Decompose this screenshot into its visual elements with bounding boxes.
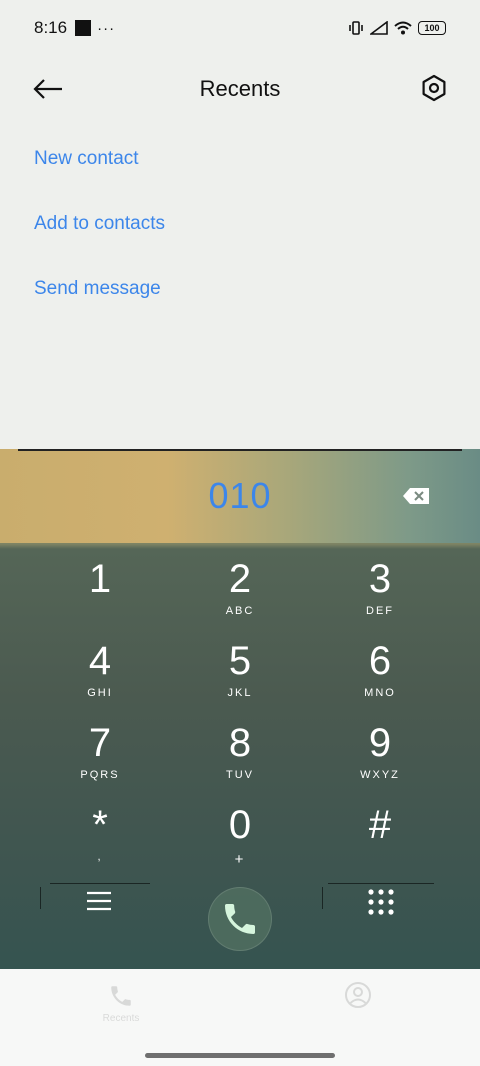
- gear-icon: [422, 74, 446, 102]
- key-star[interactable]: *,: [20, 789, 180, 871]
- key-9[interactable]: 9 WXYZ: [300, 707, 460, 789]
- key-1[interactable]: 1: [20, 543, 180, 625]
- phone-icon: [225, 904, 255, 934]
- key-letters: +: [234, 851, 246, 868]
- menu-icon[interactable]: [84, 889, 114, 915]
- key-digit: 5: [228, 639, 252, 683]
- call-button[interactable]: [208, 887, 272, 951]
- more-notifications-icon: ···: [97, 19, 116, 37]
- settings-button[interactable]: [416, 70, 452, 106]
- key-8[interactable]: 8 TUV: [160, 707, 320, 789]
- key-2[interactable]: 2 ABC: [160, 543, 320, 625]
- key-5[interactable]: 5 JKL: [160, 625, 320, 707]
- notification-icon: [75, 20, 92, 36]
- tab-recents-label: Recents: [102, 1013, 140, 1024]
- dialer-controls: [0, 877, 480, 969]
- key-digit: 2: [228, 557, 252, 601]
- header: Recents: [0, 60, 480, 118]
- key-4[interactable]: 4 GHI: [20, 625, 180, 707]
- key-hash[interactable]: #: [300, 789, 460, 871]
- key-digit: 1: [88, 557, 112, 601]
- key-letters: JKL: [227, 687, 253, 699]
- phone-icon: [111, 986, 131, 1006]
- key-digit: 8: [228, 721, 252, 765]
- status-time: 8:16: [34, 18, 68, 37]
- key-letters: WXYZ: [360, 769, 400, 781]
- key-digit: 4: [88, 639, 112, 683]
- key-letters: MNO: [364, 687, 396, 699]
- key-0[interactable]: 0 +: [160, 789, 320, 871]
- key-letters: ,: [97, 851, 103, 863]
- dialpad-icon[interactable]: [366, 887, 396, 917]
- key-letters: ABC: [225, 605, 255, 617]
- number-display: 010: [0, 449, 480, 543]
- key-6[interactable]: 6 MNO: [300, 625, 460, 707]
- divider: [50, 883, 150, 884]
- divider: [18, 449, 462, 451]
- wifi-icon: [394, 21, 412, 35]
- backspace-icon[interactable]: [402, 487, 430, 505]
- battery-icon: 100: [418, 21, 446, 35]
- status-bar: 8:16 ··· 100: [0, 0, 480, 56]
- tab-bar: Recents: [0, 969, 480, 1066]
- divider: [40, 887, 41, 909]
- key-letters: GHI: [87, 687, 113, 699]
- home-indicator[interactable]: [145, 1053, 335, 1058]
- key-digit: 7: [88, 721, 112, 765]
- key-digit: 6: [368, 639, 392, 683]
- send-message-link[interactable]: Send message: [34, 278, 161, 300]
- key-digit: *: [92, 803, 108, 847]
- dialer-panel: 010 1 2 ABC 3 DEF 4 GHI 5 JKL 6 MNO 7 PQRS 8 TU…: [0, 449, 480, 969]
- divider: [322, 887, 323, 909]
- page-title: Recents: [199, 76, 281, 101]
- key-digit: 9: [368, 721, 392, 765]
- tab-recents[interactable]: Recents: [98, 983, 144, 1024]
- key-7[interactable]: 7 PQRS: [20, 707, 180, 789]
- vibrate-icon: [349, 21, 363, 35]
- key-digit: #: [368, 803, 392, 847]
- key-letters: DEF: [366, 605, 394, 617]
- divider: [328, 883, 434, 884]
- key-digit: 0: [228, 803, 252, 847]
- key-3[interactable]: 3 DEF: [300, 543, 460, 625]
- key-letters: TUV: [226, 769, 254, 781]
- add-to-contacts-link[interactable]: Add to contacts: [34, 213, 165, 235]
- signal-icon: [370, 21, 388, 35]
- key-digit: 3: [368, 557, 392, 601]
- contacts-icon[interactable]: [344, 981, 372, 1009]
- key-letters: PQRS: [80, 769, 120, 781]
- new-contact-link[interactable]: New contact: [34, 148, 139, 170]
